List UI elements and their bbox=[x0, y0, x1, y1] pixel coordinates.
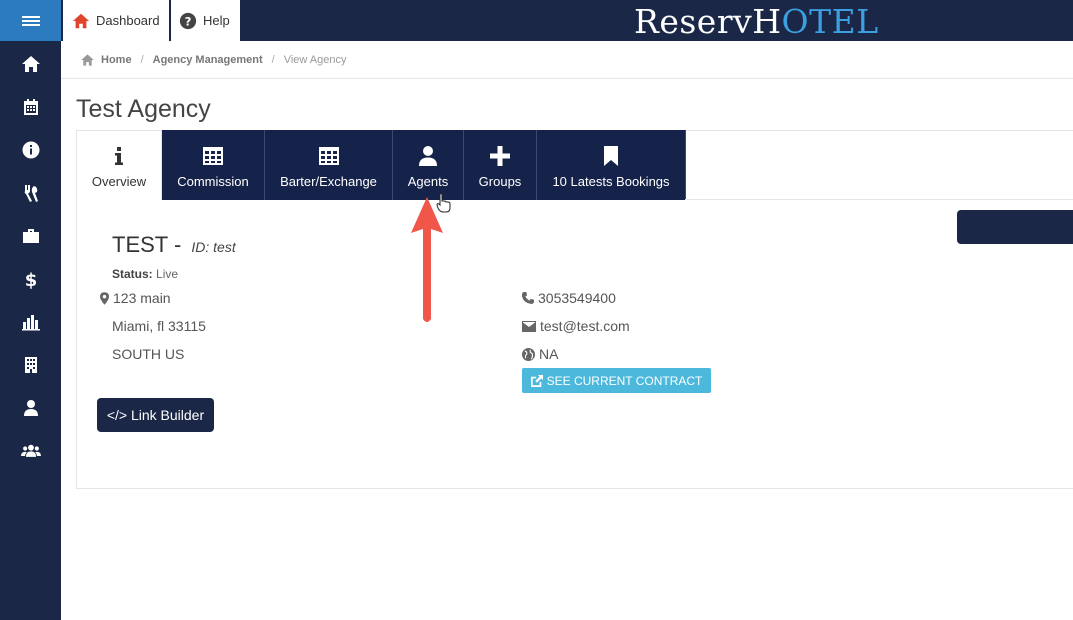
tab-groups[interactable]: Groups bbox=[464, 130, 537, 200]
sidebar-item-user[interactable] bbox=[0, 386, 61, 429]
tab-latest-bookings[interactable]: 10 Latests Bookings bbox=[537, 130, 686, 200]
user-icon bbox=[23, 399, 38, 416]
table-icon bbox=[318, 147, 339, 165]
status-value: Live bbox=[156, 267, 179, 281]
users-icon bbox=[20, 444, 41, 457]
question-icon: ? bbox=[179, 12, 197, 29]
agency-id: ID: test bbox=[191, 239, 236, 255]
external-link-icon bbox=[530, 374, 543, 387]
status-label: Status: bbox=[112, 267, 153, 281]
sidebar-item-reports[interactable] bbox=[0, 300, 61, 343]
link-builder-button[interactable]: </> Link Builder bbox=[97, 398, 214, 432]
globe-icon bbox=[522, 347, 535, 361]
breadcrumb-separator: / bbox=[271, 53, 275, 66]
annotation-arrow-icon bbox=[411, 197, 443, 322]
help-tab[interactable]: ? Help bbox=[171, 0, 240, 41]
bar-chart-icon bbox=[21, 314, 40, 330]
sidebar-item-hotels[interactable] bbox=[0, 343, 61, 386]
plus-icon bbox=[490, 146, 510, 166]
agency-phone: 3053549400 bbox=[522, 290, 616, 306]
utensils-icon bbox=[24, 184, 38, 202]
top-bar: Dashboard ? Help ReservH OTEL bbox=[61, 0, 1073, 41]
agency-name: TEST - bbox=[112, 232, 182, 257]
tab-label: Commission bbox=[177, 174, 249, 189]
help-label: Help bbox=[203, 13, 230, 28]
sidebar-item-users[interactable] bbox=[0, 429, 61, 472]
tab-label: Barter/Exchange bbox=[280, 174, 377, 189]
tab-label: Agents bbox=[407, 174, 449, 189]
see-current-contract-button[interactable]: SEE CURRENT CONTRACT bbox=[522, 368, 711, 393]
phone-icon bbox=[522, 292, 534, 304]
sidebar-item-finance[interactable]: $ bbox=[0, 257, 61, 300]
breadcrumb-current: View Agency bbox=[283, 53, 347, 66]
briefcase-icon bbox=[22, 228, 39, 243]
sidebar-item-restaurant[interactable] bbox=[0, 171, 61, 214]
calendar-icon bbox=[23, 98, 38, 115]
address-line-3: SOUTH US bbox=[112, 346, 185, 362]
agency-heading: TEST - ID: test bbox=[112, 232, 236, 258]
svg-text:?: ? bbox=[185, 14, 192, 28]
home-icon bbox=[72, 13, 90, 28]
bookmark-icon bbox=[604, 146, 618, 166]
agency-email: test@test.com bbox=[522, 318, 630, 334]
home-icon bbox=[81, 53, 94, 66]
map-marker-icon bbox=[100, 291, 109, 305]
breadcrumb-home[interactable]: Home bbox=[101, 54, 132, 66]
dashboard-tab[interactable]: Dashboard bbox=[63, 0, 169, 41]
dollar-icon: $ bbox=[24, 270, 37, 289]
sidebar-item-home[interactable] bbox=[0, 42, 61, 85]
envelope-icon bbox=[522, 320, 536, 332]
left-sidebar: $ bbox=[0, 0, 61, 620]
tab-label: 10 Latests Bookings bbox=[552, 174, 670, 189]
tab-barter-exchange[interactable]: Barter/Exchange bbox=[265, 130, 393, 200]
agency-tabs: Overview Commission Barter/Exchange Agen… bbox=[76, 130, 686, 200]
info-icon bbox=[115, 147, 123, 165]
dashboard-label: Dashboard bbox=[96, 13, 160, 28]
sidebar-item-info[interactable] bbox=[0, 128, 61, 171]
hand-cursor-icon bbox=[436, 193, 451, 213]
reservhotel-logo: ReservH OTEL bbox=[634, 1, 879, 41]
home-icon bbox=[21, 55, 40, 72]
page-title: Test Agency bbox=[76, 95, 211, 123]
sidebar-item-calendar[interactable] bbox=[0, 85, 61, 128]
svg-text:$: $ bbox=[24, 270, 37, 289]
user-icon bbox=[419, 146, 437, 166]
address-line-2: Miami, fl 33115 bbox=[112, 318, 206, 334]
sidebar-item-briefcase[interactable] bbox=[0, 214, 61, 257]
tab-label: Groups bbox=[478, 174, 522, 189]
hamburger-icon bbox=[21, 14, 40, 28]
tab-divider bbox=[685, 199, 1073, 200]
tab-commission[interactable]: Commission bbox=[162, 130, 265, 200]
action-button[interactable] bbox=[957, 210, 1073, 244]
agency-country: NA bbox=[522, 346, 558, 362]
info-icon bbox=[22, 141, 39, 158]
breadcrumb-agency-management[interactable]: Agency Management bbox=[153, 54, 263, 66]
table-icon bbox=[203, 147, 223, 165]
tab-agents[interactable]: Agents bbox=[393, 130, 464, 200]
tab-overview[interactable]: Overview bbox=[76, 130, 162, 200]
building-icon bbox=[24, 356, 37, 373]
tab-label: Overview bbox=[91, 174, 147, 189]
agency-status: Status: Live bbox=[112, 267, 178, 281]
menu-toggle-button[interactable] bbox=[0, 0, 61, 41]
breadcrumb-separator: / bbox=[140, 53, 144, 66]
breadcrumb: Home / Agency Management / View Agency bbox=[61, 41, 1073, 79]
address-line-1: 123 main bbox=[100, 290, 171, 306]
